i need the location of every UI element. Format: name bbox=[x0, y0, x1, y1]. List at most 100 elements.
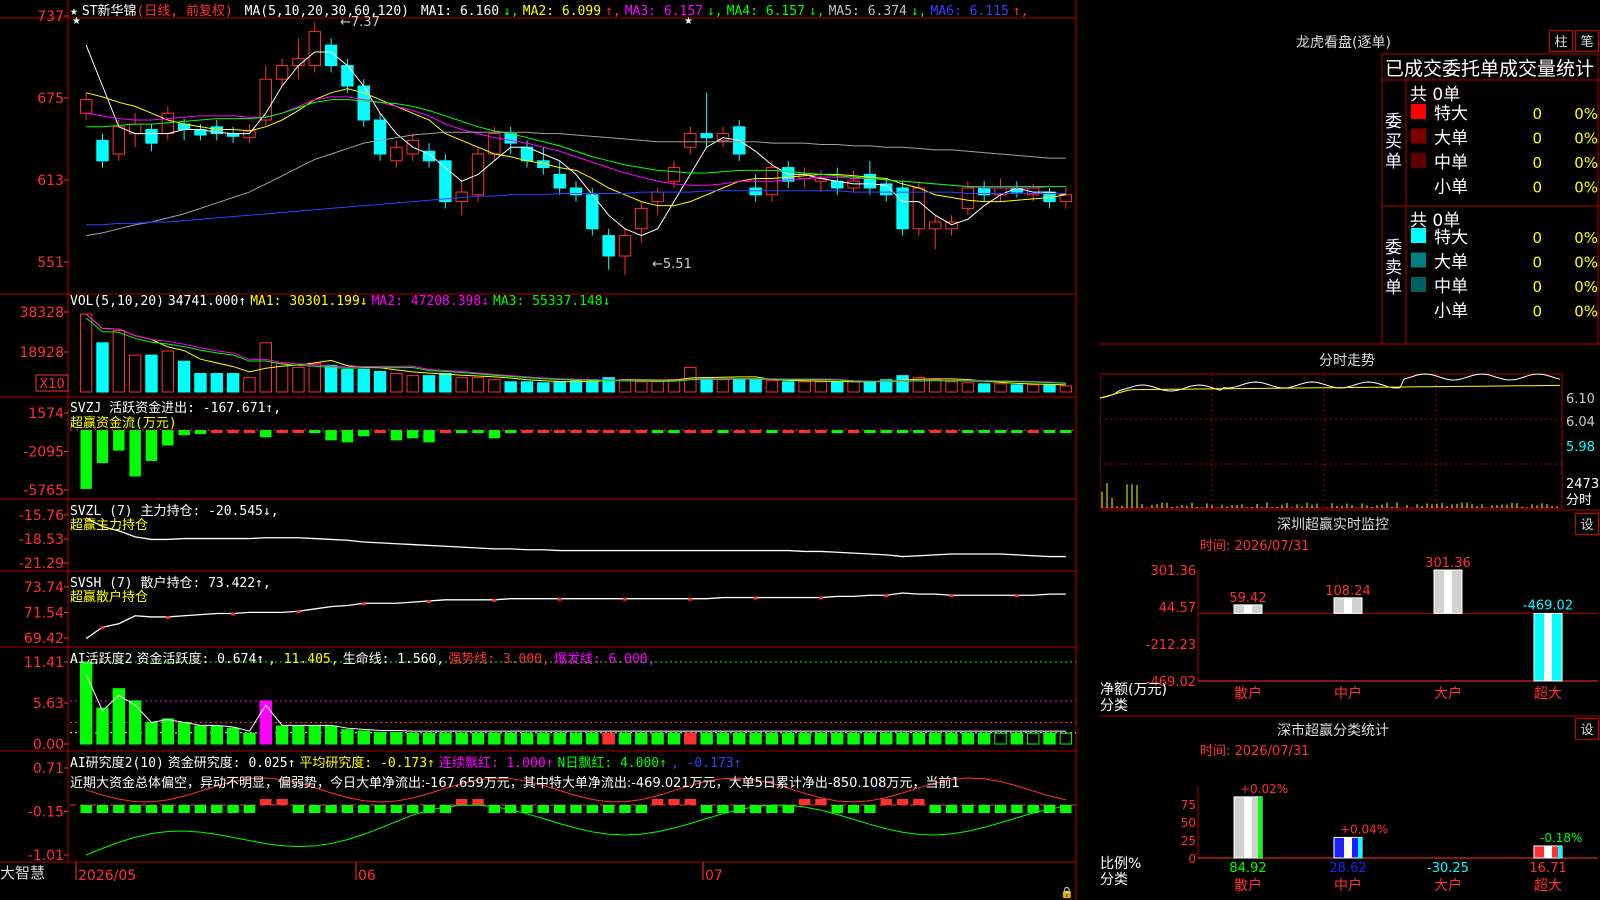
ai-research-bar-0 bbox=[80, 805, 91, 813]
ai-activity-bar-60 bbox=[1060, 733, 1071, 744]
ai-research-bar-44 bbox=[799, 799, 810, 805]
volume-bar-4 bbox=[146, 355, 157, 392]
ai-research-bar-20 bbox=[407, 805, 418, 813]
ai-research-bar-38 bbox=[701, 805, 712, 813]
volume-bar-50 bbox=[897, 376, 908, 392]
ai-activity-bar-20 bbox=[407, 733, 418, 744]
mainforce-sub: 超赢主力持仓 bbox=[70, 514, 152, 533]
ai-activity-bar-15 bbox=[325, 726, 336, 744]
stats-value-3: 16.71 bbox=[1529, 861, 1566, 876]
price-tick-0: 737 bbox=[37, 9, 64, 25]
volume-bar-29 bbox=[554, 382, 565, 392]
retail-marker-25 bbox=[492, 599, 496, 602]
monitor-bar-2 bbox=[1434, 570, 1462, 613]
ai-research-label: AI研究度2(10) bbox=[70, 756, 164, 771]
xaxis-label-2: 07 bbox=[705, 868, 723, 884]
ai-activity-bar-39 bbox=[717, 733, 728, 744]
volume-bar-25 bbox=[489, 380, 500, 392]
price-header: ★ ST新华锦(日线, 前复权) MA(5,10,20,30,60,120) MA… bbox=[70, 0, 1036, 19]
ai-activity-bar-42 bbox=[766, 733, 777, 744]
ai-activity-header: AI活跃度2 资金活跃度: 0.674↑, 11.405, 生命线: 1.560, 强… bbox=[70, 648, 663, 667]
volume-bar-48 bbox=[864, 382, 875, 392]
tab-bar-button[interactable]: 柱 bbox=[1549, 30, 1573, 52]
intraday-ytick-2: 5.98 bbox=[1566, 440, 1595, 455]
monitor-ytick-1: 44.57 bbox=[1159, 601, 1196, 616]
ai-activity-bar-22 bbox=[440, 733, 451, 744]
ai-activity-bar-13 bbox=[293, 726, 304, 744]
volume-bar-22 bbox=[440, 374, 451, 392]
ai-activity-bar-28 bbox=[538, 733, 549, 744]
buy-row-swatch-2 bbox=[1411, 153, 1426, 168]
ma-arrow-1: ↓, bbox=[503, 4, 519, 19]
lock-icon: 🔒 bbox=[1060, 886, 1074, 899]
stats-bar-edge bbox=[1558, 846, 1562, 858]
ai-activity-bar-53 bbox=[946, 733, 957, 744]
price-tick-3: 551 bbox=[37, 255, 64, 271]
ai-research-bar-24 bbox=[472, 799, 483, 805]
volume-bar-5 bbox=[162, 351, 173, 392]
buy-row-name-2: 中单 bbox=[1434, 153, 1468, 173]
candle-body bbox=[146, 130, 157, 144]
volume-bar-34 bbox=[636, 382, 647, 392]
ai-research-bar-30 bbox=[570, 805, 581, 813]
monitor-value-3: -469.02 bbox=[1523, 598, 1573, 613]
sell-row-swatch-2 bbox=[1411, 277, 1426, 292]
monitor-xunit: 分类 bbox=[1100, 698, 1128, 714]
sz-monitor-settings-button[interactable]: 设 bbox=[1575, 513, 1599, 535]
ma-arrow-3: ↓, bbox=[707, 4, 723, 19]
retail-marker-13 bbox=[296, 610, 300, 613]
volume-bar-46 bbox=[832, 382, 843, 392]
ai-activity-bar-14 bbox=[309, 726, 320, 744]
volume-bar-0 bbox=[80, 314, 91, 392]
volume-bar-54 bbox=[962, 383, 973, 392]
candle-body bbox=[750, 188, 761, 195]
ai-research-bar-23 bbox=[456, 799, 467, 805]
tab-pen-button[interactable]: 笔 bbox=[1575, 30, 1599, 52]
ai-activity-bar-38 bbox=[701, 733, 712, 744]
stock-name[interactable]: ST新华锦 bbox=[82, 4, 137, 19]
ai-activity-bar-3 bbox=[129, 701, 140, 744]
monitor-cat-1: 中户 bbox=[1334, 685, 1362, 702]
stats-ytick-1: 75 bbox=[1181, 798, 1196, 812]
candle-50 bbox=[897, 181, 908, 235]
buy-row-swatch-1 bbox=[1411, 129, 1426, 144]
ai-research-item-3: 连续飘红: 1.000↑ bbox=[439, 756, 554, 771]
sell-row-swatch-3 bbox=[1411, 302, 1426, 317]
volume-bar-45 bbox=[815, 382, 826, 392]
ai-research-bar-17 bbox=[358, 805, 369, 813]
candle-22 bbox=[440, 154, 451, 208]
monitor-bar-highlight bbox=[1244, 605, 1252, 614]
mainforce-sublabel: 超赢主力持仓 bbox=[70, 518, 148, 533]
stats-bar-edge bbox=[1258, 797, 1262, 858]
candle-body bbox=[603, 236, 614, 256]
sell-total: 共 0单 bbox=[1410, 206, 1460, 231]
volume-bar-9 bbox=[227, 374, 238, 392]
sell-row-name-1: 大单 bbox=[1434, 253, 1468, 273]
volume-bar-18 bbox=[374, 372, 385, 393]
ai-activity-tick-0: 11.41 bbox=[24, 655, 64, 671]
ai-activity-bar-11 bbox=[260, 701, 271, 744]
ai-research-bar-54 bbox=[962, 805, 973, 813]
ai-research-bar-31 bbox=[587, 805, 598, 813]
volume-bar-43 bbox=[783, 382, 794, 392]
capital-bar-7 bbox=[195, 430, 206, 434]
sell-row-pct-2: 0% bbox=[1574, 278, 1598, 296]
vol-ma-3: MA3: 55337.148↓ bbox=[493, 294, 610, 309]
ai-activity-tick-1: 5.63 bbox=[33, 696, 64, 712]
buy-row-count-2: 0 bbox=[1532, 154, 1542, 172]
retail-marker-53 bbox=[950, 594, 954, 597]
ai-activity-bar-51 bbox=[913, 733, 924, 744]
retail-marker-21 bbox=[427, 600, 431, 603]
ai-research-tick-0: 0.71 bbox=[33, 761, 64, 777]
ai-activity-bar-6 bbox=[178, 722, 189, 744]
period-label[interactable]: (日线, 前复权) bbox=[136, 4, 232, 19]
ai-activity-bar-43 bbox=[783, 733, 794, 744]
ai-research-bar-50 bbox=[897, 799, 908, 805]
ai-research-item-5: , -0.173↑ bbox=[671, 756, 741, 771]
capital-bar-17 bbox=[358, 430, 369, 436]
ai-activity-bar-19 bbox=[391, 733, 402, 744]
ai-activity-tick-2: 0.00 bbox=[33, 737, 64, 753]
sz-stats-settings-button[interactable]: 设 bbox=[1575, 718, 1599, 740]
stats-cat-0: 散户 bbox=[1234, 877, 1262, 894]
volume-bar-7 bbox=[195, 374, 206, 392]
